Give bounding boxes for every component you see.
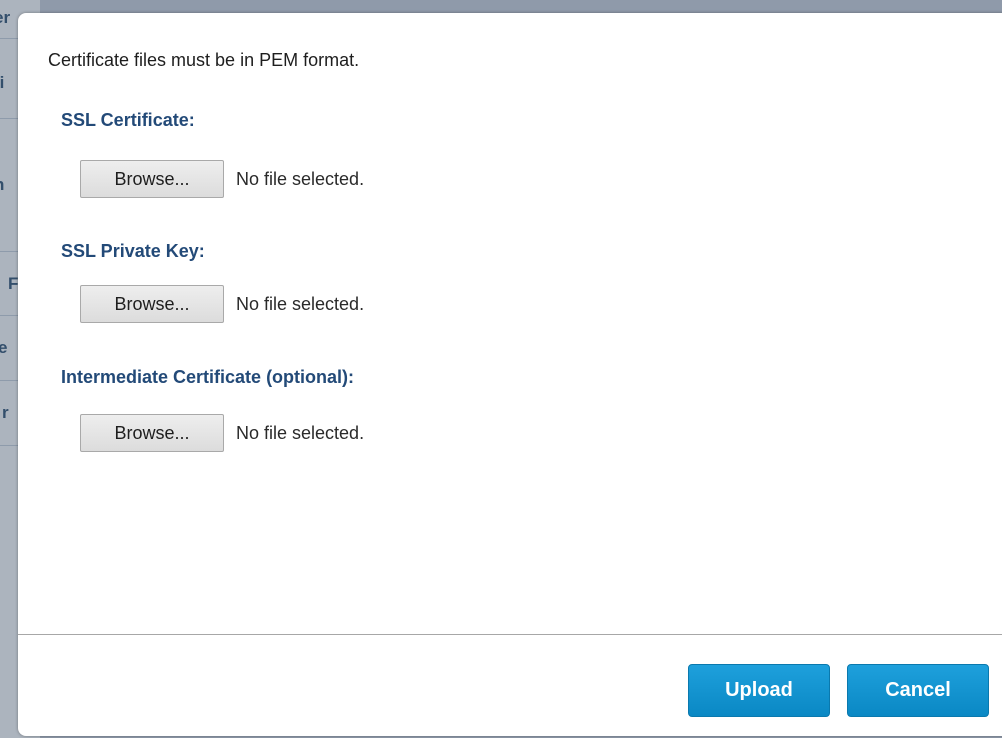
intermediate-certificate-browse-button[interactable]: Browse... (80, 414, 224, 452)
ssl-certificate-file-status: No file selected. (236, 168, 365, 189)
ssl-certificate-label: SSL Certificate: (61, 110, 195, 130)
ssl-private-key-file-status: No file selected. (236, 293, 365, 314)
intermediate-certificate-label: Intermediate Certificate (optional): (61, 367, 355, 387)
intermediate-certificate-file-input: Browse... No file selected. (80, 413, 364, 453)
cancel-button[interactable]: Cancel (847, 664, 989, 717)
intro-text: Certificate files must be in PEM format. (48, 50, 360, 70)
intermediate-certificate-file-status: No file selected. (236, 422, 365, 443)
upload-certificate-dialog: Certificate files must be in PEM format.… (18, 13, 1002, 736)
ssl-private-key-browse-button[interactable]: Browse... (80, 285, 224, 323)
ssl-private-key-file-input: Browse... No file selected. (80, 284, 364, 324)
ssl-certificate-browse-button[interactable]: Browse... (80, 160, 224, 198)
dialog-body: Certificate files must be in PEM format.… (18, 13, 1002, 633)
ssl-private-key-label: SSL Private Key: (61, 241, 205, 261)
footer-divider (18, 634, 1002, 635)
ssl-certificate-file-input: Browse... No file selected. (80, 159, 364, 199)
upload-button[interactable]: Upload (688, 664, 830, 717)
